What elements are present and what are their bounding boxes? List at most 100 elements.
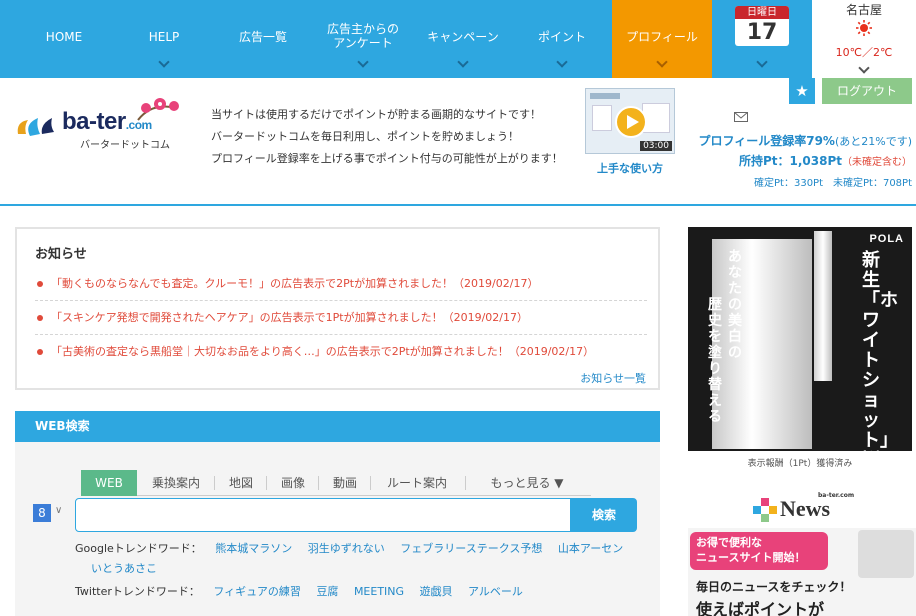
profile-rate-note: (あと21%です) xyxy=(834,135,912,148)
news-logo[interactable]: ba-ter.com News xyxy=(752,492,862,524)
profile-rate[interactable]: プロフィール登録率79%(あと21%です) xyxy=(698,132,912,149)
google-plus-icon[interactable]: 8 xyxy=(33,504,51,522)
news-promo-banner[interactable]: お得で便利な ニュースサイト開始！ 毎日のニュースをチェック！ 使えばポイントが xyxy=(688,528,916,616)
weather-temp: 10℃／2℃ xyxy=(835,46,893,59)
chevron-down-icon xyxy=(158,56,170,68)
nav-home-label: HOME xyxy=(45,30,83,44)
twitter-trend-label: Twitterトレンドワード： xyxy=(75,585,200,598)
howto-video-link[interactable]: 03:00 上手な使い方 xyxy=(585,88,675,178)
ad-product-image xyxy=(814,231,832,381)
calendar-day: 17 xyxy=(746,20,778,45)
trend-link[interactable]: いとうあさこ xyxy=(91,562,157,575)
tab-web[interactable]: WEB xyxy=(81,470,137,496)
tab-more[interactable]: もっと見る ▼ xyxy=(477,470,577,496)
pola-ad-banner[interactable]: POLA あなたの美白の 歴史を塗り替える 新生「ホワイトショット」誕生 xyxy=(688,227,912,451)
chevron-down-icon xyxy=(357,56,369,68)
promo-tag-line: お得で便利な xyxy=(696,536,762,549)
logo-text: ba-ter.com xyxy=(62,108,152,136)
promo-tag: お得で便利な ニュースサイト開始！ xyxy=(690,532,828,570)
intro-line: バータードットコムを毎日利用し、ポイントを貯めましょう！ xyxy=(211,130,519,143)
trend-link[interactable]: アルベール xyxy=(468,585,523,598)
tab-separator xyxy=(266,476,267,490)
logo-text-main: ba-ter xyxy=(62,108,126,135)
ad-reward-caption: 表示報酬（1Pt）獲得済み xyxy=(747,459,853,469)
nav-survey-label: 広告主からの アンケート xyxy=(313,22,413,50)
web-search-title: WEB検索 xyxy=(15,411,660,442)
tab-video[interactable]: 動画 xyxy=(325,470,365,496)
notice-title: お知らせ xyxy=(35,247,87,262)
nav-survey[interactable]: 広告主からの アンケート xyxy=(313,0,413,78)
search-input[interactable] xyxy=(75,498,571,532)
ad-product-image xyxy=(712,239,812,449)
chevron-down-icon[interactable]: ∨ xyxy=(55,505,62,516)
notice-item[interactable]: 「動くものならなんでも査定。クルーモ！」の広告表示で2Ptが加算されました！（2… xyxy=(35,267,647,301)
nav-points[interactable]: ポイント xyxy=(512,0,612,78)
bullet-icon xyxy=(37,281,43,287)
nav-campaign-label: キャンペーン xyxy=(427,30,499,44)
notice-item[interactable]: 「古美術の査定なら黒船堂｜大切なお品をより高く…」の広告表示で2Ptが加算されま… xyxy=(35,335,647,369)
logo-subtitle: バータードットコム xyxy=(80,140,170,151)
site-intro: 当サイトは使用するだけでポイントが貯まる画期的なサイトです！ バータードットコム… xyxy=(211,104,563,170)
google-trends-overflow: いとうあさこ xyxy=(91,560,169,576)
tab-route[interactable]: ルート案内 xyxy=(377,470,457,496)
nav-profile[interactable]: プロフィール xyxy=(612,0,712,78)
chevron-down-icon xyxy=(457,56,469,68)
nav-points-label: ポイント xyxy=(537,30,586,44)
logout-button[interactable]: ログアウト xyxy=(822,78,912,104)
intro-line: プロフィール登録率を上げる事でポイント付与の可能性が上がります！ xyxy=(211,152,563,165)
twitter-trends: Twitterトレンドワード： フィギュアの練習 豆腐 MEETING 遊戯貝 … xyxy=(75,583,535,599)
chevron-down-icon xyxy=(656,56,668,68)
trend-link[interactable]: 山本アーセン xyxy=(558,542,623,555)
site-logo[interactable]: ba-ter.com バータードットコム xyxy=(14,96,204,154)
calendar-weekday: 日曜日 xyxy=(735,6,789,19)
promo-line: 使えばポイントが xyxy=(696,600,825,616)
nav-ads-label: 広告一覧 xyxy=(238,30,287,44)
search-button[interactable]: 検索 xyxy=(571,498,637,532)
promo-line: 毎日のニュースをチェック！ xyxy=(696,580,852,594)
bullet-icon xyxy=(37,315,43,321)
ad-brand: POLA xyxy=(869,233,904,245)
logo-mark-icon xyxy=(17,118,54,136)
points-total-label: 所持Pt：1,038Pt xyxy=(738,154,842,168)
nav-ads[interactable]: 広告一覧 xyxy=(213,0,313,78)
tab-images[interactable]: 画像 xyxy=(273,470,313,496)
nav-home[interactable]: HOME xyxy=(14,0,114,78)
profile-rate-label: プロフィール登録率79% xyxy=(698,134,835,148)
notice-item[interactable]: 「スキンケア発想で開発されたヘアケア」の広告表示で1Ptが加算されました！（20… xyxy=(35,301,647,335)
intro-line: 当サイトは使用するだけでポイントが貯まる画期的なサイトです！ xyxy=(211,108,541,121)
promo-tag-line: ニュースサイト開始！ xyxy=(696,551,806,564)
trend-link[interactable]: 豆腐 xyxy=(316,585,338,598)
news-logo-icon xyxy=(753,498,777,522)
trend-link[interactable]: フェブラリーステークス予想 xyxy=(400,542,542,555)
chevron-down-icon xyxy=(858,62,870,74)
nav-campaign[interactable]: キャンペーン xyxy=(413,0,513,78)
trend-link[interactable]: MEETING xyxy=(354,585,404,598)
header-divider xyxy=(0,204,916,206)
nav-help[interactable]: HELP xyxy=(114,0,214,78)
tab-map[interactable]: 地図 xyxy=(221,470,261,496)
trend-link[interactable]: 熊本城マラソン xyxy=(215,542,292,555)
notice-item-text: 「スキンケア発想で開発されたヘアケア」の広告表示で1Ptが加算されました！（20… xyxy=(51,311,529,324)
weather-widget[interactable]: 名古屋 10℃／2℃ xyxy=(812,0,916,78)
trend-link[interactable]: 遊戯貝 xyxy=(420,585,453,598)
trend-link[interactable]: フィギュアの練習 xyxy=(213,585,301,598)
nav-survey-label-line2: アンケート xyxy=(333,36,393,50)
trend-link[interactable]: 羽生ゆずれない xyxy=(308,542,385,555)
howto-label: 上手な使い方 xyxy=(597,162,663,175)
points-total-note: （未確定含む） xyxy=(842,157,912,168)
google-trend-label: Googleトレンドワード： xyxy=(75,542,202,555)
tab-transit[interactable]: 乗換案内 xyxy=(143,470,209,496)
points-detail: 確定Pt：330Pt 未確定Pt：708Pt xyxy=(754,178,912,189)
calendar-widget[interactable]: 日曜日 17 xyxy=(712,0,812,78)
tab-separator xyxy=(370,476,371,490)
nav-profile-label: プロフィール xyxy=(626,30,698,44)
play-icon xyxy=(615,106,647,138)
promo-device-image xyxy=(858,530,914,578)
favorite-button[interactable]: ★ xyxy=(789,78,815,104)
mail-icon[interactable] xyxy=(734,112,748,122)
tab-separator xyxy=(465,476,466,490)
star-icon: ★ xyxy=(795,82,809,100)
notice-more-link[interactable]: お知らせ一覧 xyxy=(580,370,646,386)
ad-copy-line: 歴史を塗り替える xyxy=(708,297,722,425)
nav-help-label: HELP xyxy=(148,30,180,44)
